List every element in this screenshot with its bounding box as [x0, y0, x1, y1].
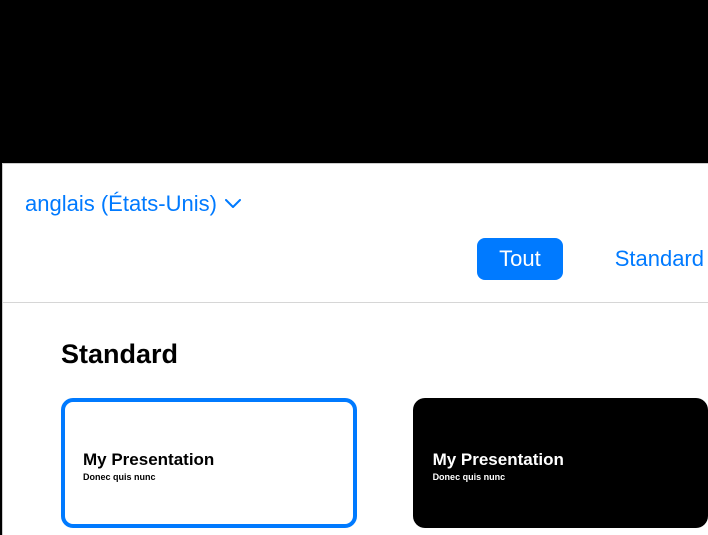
language-dropdown[interactable]: anglais (États-Unis) [25, 191, 241, 217]
template-card-white[interactable]: My Presentation Donec quis nunc [61, 398, 357, 528]
template-card-black[interactable]: My Presentation Donec quis nunc [413, 398, 708, 528]
template-preview: My Presentation Donec quis nunc [83, 450, 214, 482]
templates-content: Standard My Presentation Donec quis nunc… [3, 303, 708, 528]
tab-all[interactable]: Tout [477, 238, 563, 280]
template-chooser-window: anglais (États-Unis) Tout Standard Stand… [2, 163, 708, 535]
template-preview: My Presentation Donec quis nunc [433, 450, 564, 482]
chevron-down-icon [225, 199, 241, 209]
header-row: anglais (États-Unis) [3, 164, 708, 220]
template-subtitle: Donec quis nunc [433, 472, 564, 482]
template-title: My Presentation [83, 450, 214, 470]
category-tabs: Tout Standard [3, 220, 708, 303]
language-label: anglais (États-Unis) [25, 191, 217, 217]
tab-standard[interactable]: Standard [593, 238, 708, 280]
section-title: Standard [61, 339, 708, 370]
template-title: My Presentation [433, 450, 564, 470]
templates-row: My Presentation Donec quis nunc My Prese… [61, 398, 708, 528]
template-subtitle: Donec quis nunc [83, 472, 214, 482]
